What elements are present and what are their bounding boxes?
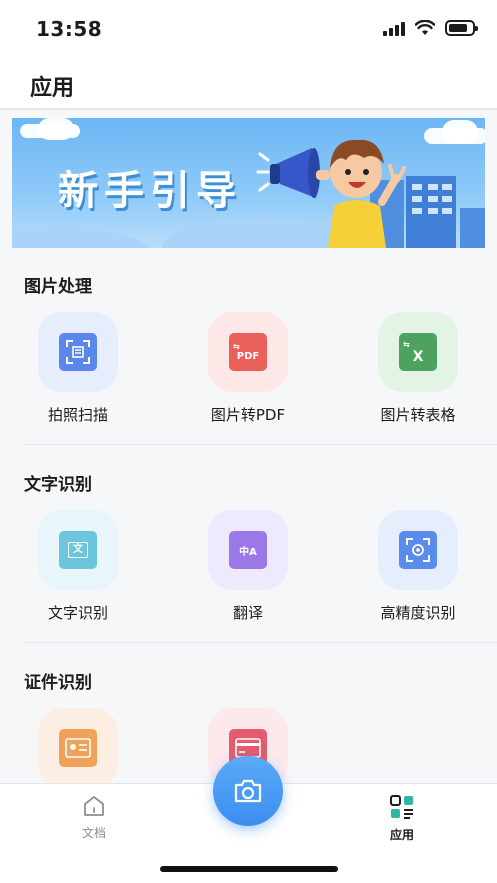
- apps-grid-icon: [390, 795, 413, 819]
- app-label: 图片转表格: [380, 406, 456, 424]
- translate-tile: 中A: [208, 510, 288, 590]
- scan-tile: [38, 312, 118, 392]
- tab-label: 文档: [81, 826, 106, 840]
- app-image-to-table[interactable]: ⇆ X 图片转表格: [343, 312, 493, 425]
- section-title-id-recognition: 证件识别: [24, 673, 92, 693]
- excel-icon: ⇆ X: [399, 333, 437, 371]
- precision-tile: [378, 510, 458, 590]
- home-indicator: [160, 866, 338, 872]
- app-label: 拍照扫描: [47, 406, 108, 424]
- tab-documents[interactable]: 文档: [64, 794, 124, 841]
- apps-content[interactable]: 新手引导 图片处理 拍照扫描 ⇆ PDF 图片转PDF ⇆ X 图片转表格 文字…: [0, 112, 497, 783]
- camera-icon: [234, 779, 262, 803]
- section-divider: [24, 444, 497, 445]
- page-title: 应用: [30, 76, 75, 101]
- app-id-card[interactable]: [3, 708, 153, 783]
- wifi-icon: [415, 20, 435, 35]
- text-recognition-icon: 文: [59, 531, 97, 569]
- beginner-guide-banner[interactable]: 新手引导: [12, 118, 485, 248]
- camera-button[interactable]: [213, 756, 283, 826]
- nav-bar: 应用: [0, 58, 497, 110]
- section-divider: [24, 642, 497, 643]
- app-photo-scan[interactable]: 拍照扫描: [3, 312, 153, 425]
- app-label: 文字识别: [47, 604, 108, 622]
- text-recognition-tile: 文: [38, 510, 118, 590]
- status-time: 13:58: [36, 17, 103, 41]
- app-label: 图片转PDF: [210, 406, 286, 424]
- pdf-tile: ⇆ PDF: [208, 312, 288, 392]
- id-card-icon: [59, 729, 97, 767]
- app-translate[interactable]: 中A 翻译: [173, 510, 323, 623]
- tab-label: 应用: [389, 828, 414, 842]
- app-image-to-pdf[interactable]: ⇆ PDF 图片转PDF: [173, 312, 323, 425]
- pdf-icon: ⇆ PDF: [229, 333, 267, 371]
- translate-icon: 中A: [229, 531, 267, 569]
- id-card-tile: [38, 708, 118, 783]
- tab-apps[interactable]: 应用: [372, 794, 432, 843]
- banner-title: 新手引导: [58, 168, 242, 214]
- cellular-signal-icon: [383, 20, 405, 36]
- app-label: 翻译: [232, 604, 263, 622]
- excel-tile: ⇆ X: [378, 312, 458, 392]
- document-home-icon: [84, 796, 104, 816]
- status-bar: 13:58: [0, 0, 497, 58]
- scan-icon: [59, 333, 97, 371]
- status-icons: [383, 20, 478, 36]
- app-label: 高精度识别: [380, 604, 456, 622]
- app-high-precision-recognition[interactable]: 高精度识别: [343, 510, 493, 623]
- precision-recognition-icon: [399, 531, 437, 569]
- megaphone-boy-illustration: [256, 139, 406, 248]
- section-title-image-processing: 图片处理: [24, 277, 92, 297]
- section-title-text-recognition: 文字识别: [24, 475, 92, 495]
- app-text-recognition[interactable]: 文 文字识别: [3, 510, 153, 623]
- battery-icon: [445, 20, 478, 36]
